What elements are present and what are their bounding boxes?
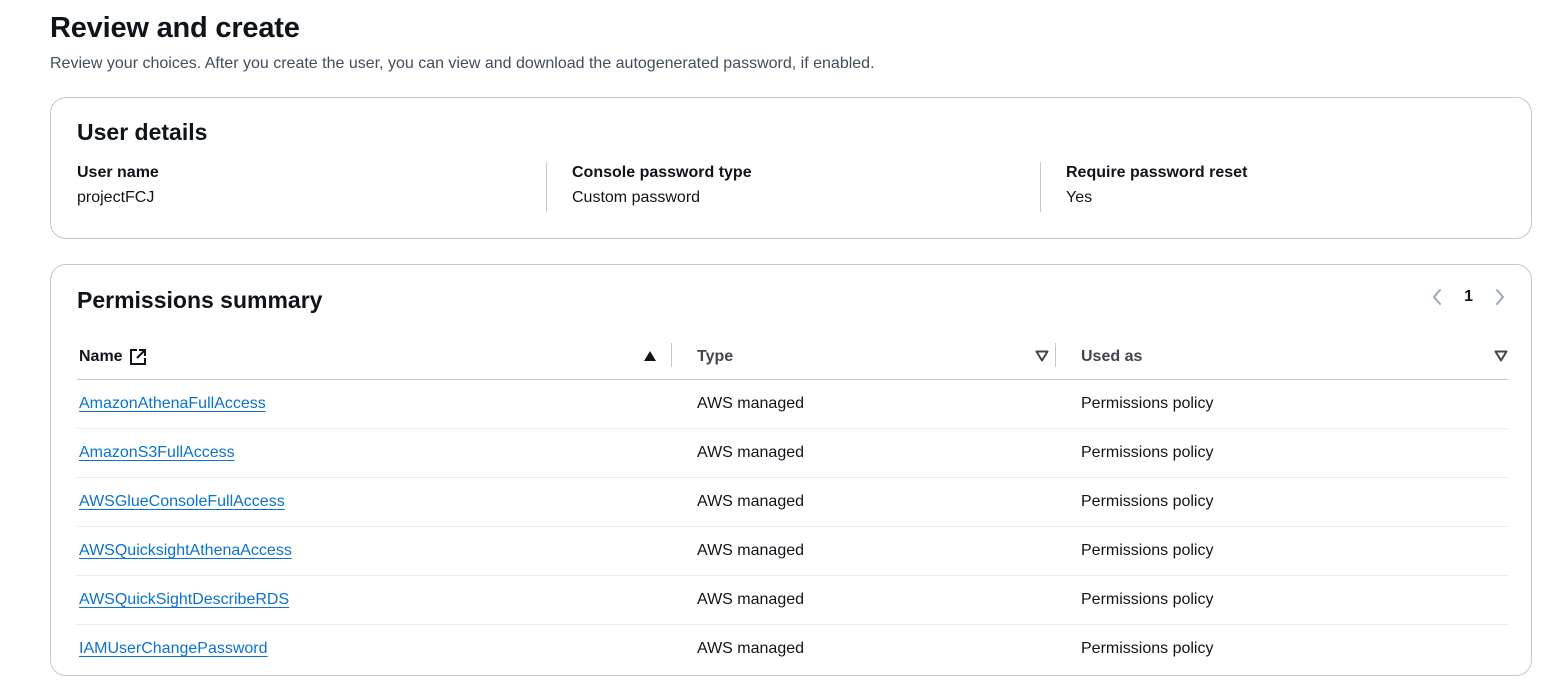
sort-descending-outline-icon[interactable]: [1035, 349, 1049, 367]
table-body: AmazonAthenaFullAccess AWS managed Permi…: [77, 380, 1508, 673]
column-header-used-as[interactable]: Used as: [1081, 335, 1508, 379]
console-password-type-value: Custom password: [572, 189, 701, 206]
user-details-card: User details User name projectFCJ Consol…: [50, 97, 1532, 239]
policy-link[interactable]: AmazonS3FullAccess: [79, 444, 235, 462]
table-row: IAMUserChangePassword AWS managed Permis…: [77, 625, 1508, 673]
policy-used-as: Permissions policy: [1081, 395, 1214, 412]
page-title: Review and create: [50, 12, 300, 44]
sort-ascending-icon[interactable]: [643, 349, 657, 367]
policy-link[interactable]: AWSQuicksightAthenaAccess: [79, 542, 292, 560]
permissions-summary-title: Permissions summary: [77, 287, 323, 313]
policy-type: AWS managed: [697, 395, 805, 412]
require-password-reset-label: Require password reset: [1066, 164, 1248, 181]
policy-used-as: Permissions policy: [1081, 444, 1214, 461]
column-header-type-label: Type: [697, 348, 734, 365]
permissions-summary-card: Permissions summary 1 Name Type Used as …: [50, 264, 1532, 676]
policy-link[interactable]: AmazonAthenaFullAccess: [79, 395, 266, 413]
pagination-current-page[interactable]: 1: [1464, 288, 1473, 306]
policy-link[interactable]: AWSQuickSightDescribeRDS: [79, 591, 289, 609]
permissions-table: Name Type Used as AmazonAthenaFullAccess…: [77, 335, 1508, 673]
column-header-type[interactable]: Type: [697, 335, 1061, 379]
chevron-right-icon[interactable]: [1493, 287, 1507, 307]
console-password-type-label: Console password type: [572, 164, 752, 181]
column-header-name[interactable]: Name: [79, 335, 669, 379]
policy-link[interactable]: IAMUserChangePassword: [79, 640, 268, 658]
policy-used-as: Permissions policy: [1081, 542, 1214, 559]
policy-type: AWS managed: [697, 542, 805, 559]
policy-used-as: Permissions policy: [1081, 591, 1214, 608]
policy-type: AWS managed: [697, 640, 805, 657]
user-name-value: projectFCJ: [77, 189, 155, 206]
policy-link[interactable]: AWSGlueConsoleFullAccess: [79, 493, 285, 511]
column-divider[interactable]: [1055, 343, 1056, 367]
page-description: Review your choices. After you create th…: [50, 55, 875, 72]
require-password-reset-value: Yes: [1066, 189, 1093, 206]
console-password-type-field: Console password type Custom password: [546, 162, 752, 212]
column-divider[interactable]: [671, 343, 672, 367]
table-row: AmazonAthenaFullAccess AWS managed Permi…: [77, 380, 1508, 429]
sort-descending-outline-icon[interactable]: [1494, 349, 1508, 367]
policy-type: AWS managed: [697, 444, 805, 461]
table-header: Name Type Used as: [77, 335, 1508, 380]
policy-type: AWS managed: [697, 591, 805, 608]
require-password-reset-field: Require password reset Yes: [1040, 162, 1247, 212]
table-row: AWSQuicksightAthenaAccess AWS managed Pe…: [77, 527, 1508, 576]
column-header-name-label: Name: [79, 348, 123, 365]
table-row: AWSQuickSightDescribeRDS AWS managed Per…: [77, 576, 1508, 625]
policy-type: AWS managed: [697, 493, 805, 510]
user-details-title: User details: [77, 119, 208, 145]
column-header-used-as-label: Used as: [1081, 348, 1143, 365]
chevron-left-icon[interactable]: [1430, 287, 1444, 307]
review-and-create-page: Review and create Review your choices. A…: [0, 0, 1553, 683]
external-link-icon[interactable]: [129, 348, 147, 366]
user-name-label: User name: [77, 164, 159, 181]
table-row: AWSGlueConsoleFullAccess AWS managed Per…: [77, 478, 1508, 527]
pagination: 1: [1430, 287, 1507, 307]
policy-used-as: Permissions policy: [1081, 640, 1214, 657]
user-name-field: User name projectFCJ: [77, 162, 159, 212]
table-row: AmazonS3FullAccess AWS managed Permissio…: [77, 429, 1508, 478]
policy-used-as: Permissions policy: [1081, 493, 1214, 510]
